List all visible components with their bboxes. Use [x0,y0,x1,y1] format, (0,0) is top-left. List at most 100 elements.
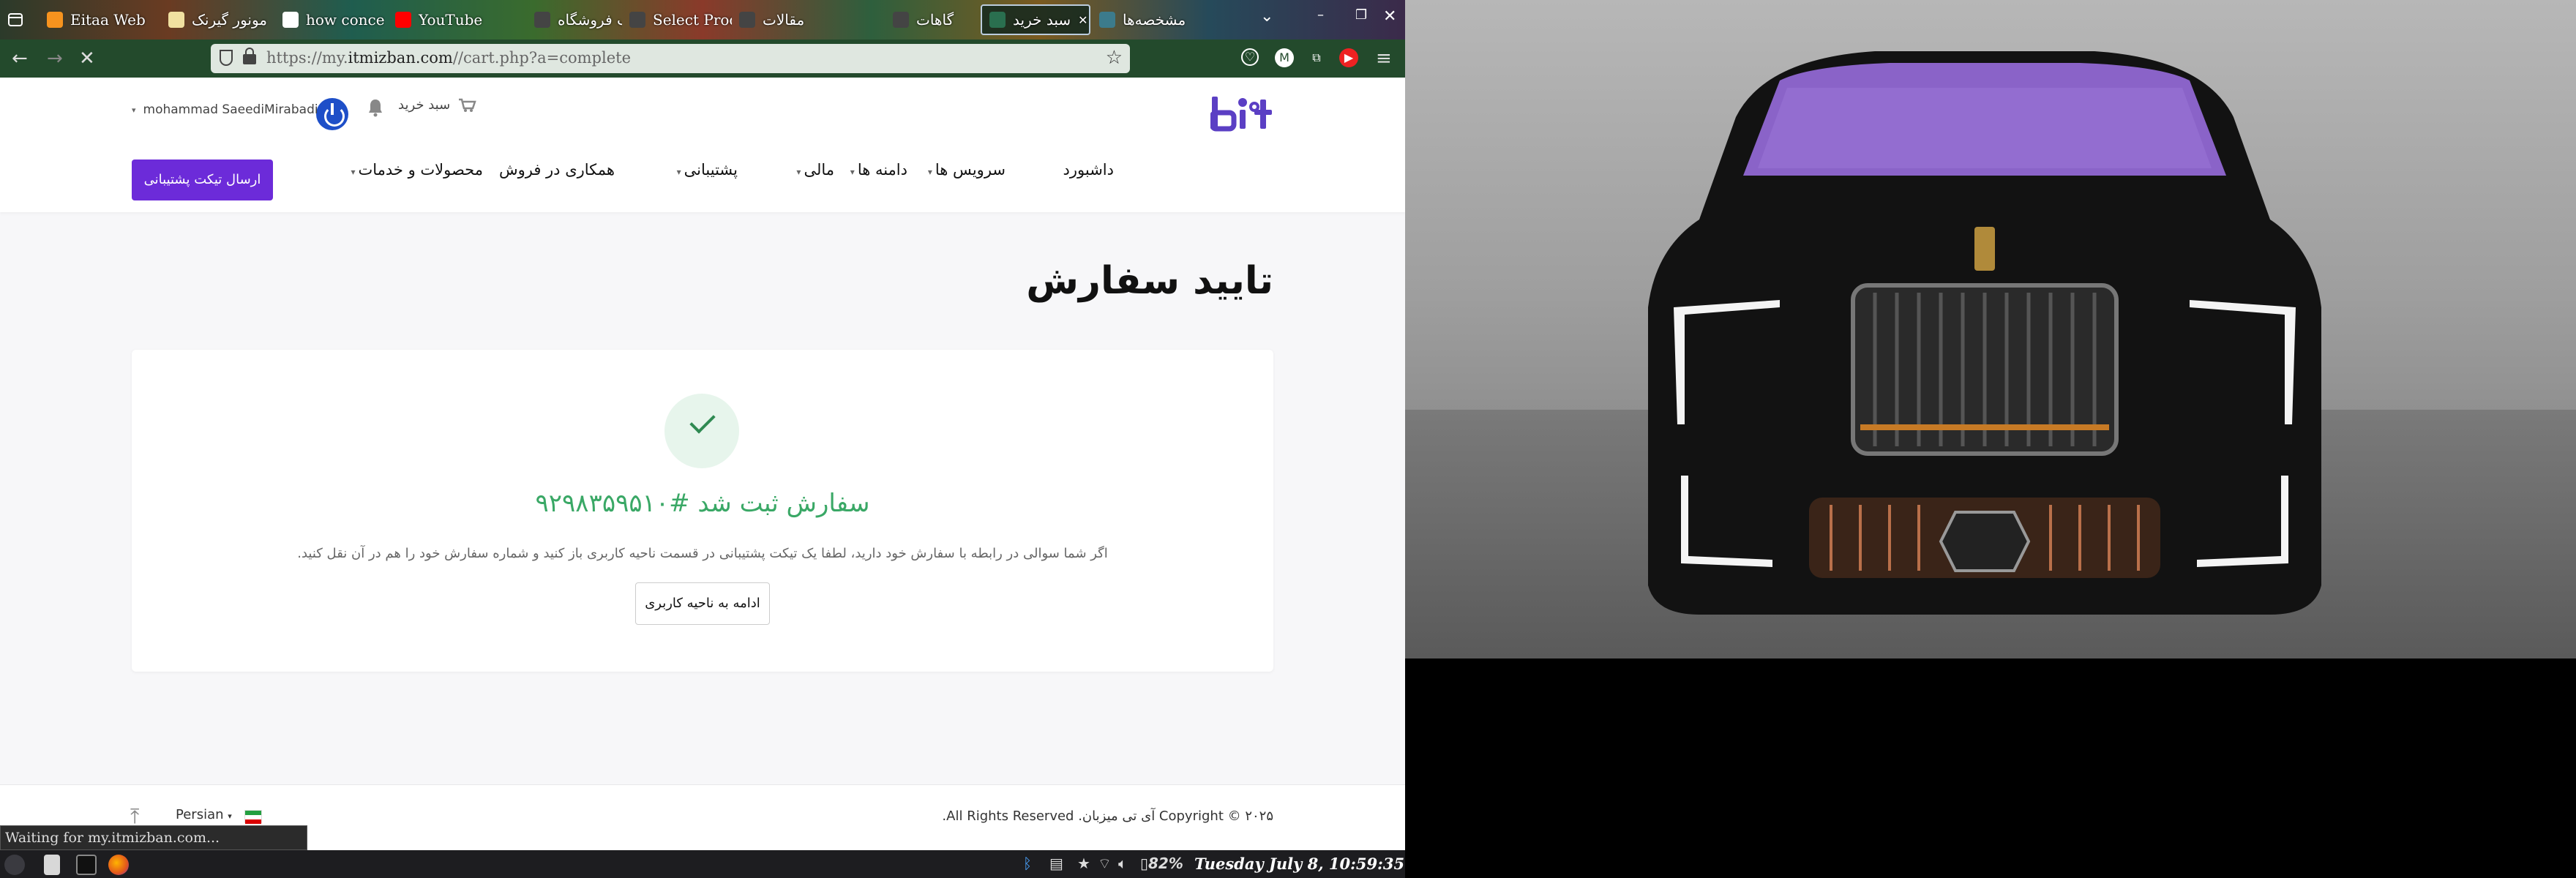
firefox-icon[interactable] [108,855,129,875]
youtube-extension-icon[interactable]: ▶ [1339,48,1358,67]
menu-item[interactable]: ▾ مالی [796,161,834,179]
menu-item[interactable]: ▾ پشتیبانی [677,161,738,179]
minimize-icon[interactable]: – [1317,7,1324,23]
chevron-down-icon: ▾ [796,167,801,177]
tab-favicon-icon [168,12,184,28]
tab-label: مشخصه‌ها [1123,11,1186,29]
chevron-down-icon: ▾ [676,167,681,177]
files-icon[interactable] [44,855,60,875]
cart-icon [459,98,476,112]
extensions-icon[interactable]: ⧉ [1307,48,1326,67]
keyboard-layout-flag-icon[interactable]: ▤ [1049,855,1063,872]
tab-label: سبد خرید [1013,11,1071,29]
bluetooth-icon[interactable]: ᛒ [1023,855,1032,872]
chevron-down-icon: ▾ [927,167,932,177]
user-avatar[interactable] [316,98,348,130]
tab-dropdown-icon[interactable]: ⌄ [1260,7,1273,26]
back-icon[interactable]: ← [12,47,28,70]
itmizban-logo[interactable] [1210,94,1273,133]
browser-tab[interactable]: YouTube [395,0,498,40]
terminal-icon[interactable] [76,855,97,875]
continue-to-client-area-button[interactable]: ادامه به ناحیه کاربری [635,582,770,625]
tab-favicon-icon [629,12,645,28]
tab-favicon-icon [1099,12,1115,28]
menu-item-label: همکاری در فروش [498,161,615,179]
chevron-down-icon: ▾ [228,811,232,821]
browser-tab[interactable]: how conce [282,0,385,40]
web-page: سبد خرید ▾ mohammad SaeediMirabadi داشبو… [0,78,1405,850]
order-complete-card: سفارش ثبت شد #۹۲۹۸۳۵۹۵۱۰ اگر شما سوالی د… [132,350,1273,672]
menu-item[interactable]: ▾ محصولات و خدمات [351,161,483,179]
bell-icon[interactable] [367,98,383,117]
menu-item-label: مالی [804,161,834,179]
wifi-icon[interactable]: ⌔ [1098,855,1112,873]
tab-active[interactable]: سبد خرید ✕ [981,4,1090,35]
taskbar: ᛒ ▤ ★ ⌔ 🔈︎ ▯82% Tuesday July 8, 10:59:35 [0,850,1405,878]
tab-label: YouTube [419,11,483,29]
clock[interactable]: Tuesday July 8, 10:59:35 [1194,855,1404,873]
browser-tab[interactable]: گاهات [893,0,973,40]
tab-label: قالب فروشگاه [558,11,622,29]
battery-percent: 82% [1148,855,1183,872]
forward-icon[interactable]: → [47,47,63,70]
tab-favicon-icon [47,12,63,28]
order-note: اگر شما سوالی در رابطه با سفارش خود داری… [297,546,1108,561]
battery-indicator[interactable]: ▯82% [1140,855,1183,872]
lock-icon[interactable] [243,48,256,64]
account-icon[interactable]: M [1275,48,1294,67]
status-bar: Waiting for my.itmizban.com... [0,825,307,850]
order-success-message: سفارش ثبت شد #۹۲۹۸۳۵۹۵۱۰ [535,489,870,518]
user-menu[interactable]: ▾ mohammad SaeediMirabadi [132,102,318,117]
pocket-icon[interactable]: ♡ [1241,48,1259,66]
volume-icon[interactable]: 🔈︎ [1118,855,1127,872]
restore-icon[interactable]: ❐ [1355,7,1367,23]
tab-close-icon[interactable]: ✕ [1078,13,1087,27]
menu-item[interactable]: داشبورد [1063,161,1114,179]
browser-tab[interactable]: مشخصه‌ها [1099,0,1209,40]
open-ticket-button[interactable]: ارسال تیکت پشتیبانی [132,160,273,200]
browser-tab[interactable]: مقالات [739,0,878,40]
shield-icon[interactable] [220,50,233,66]
tab-favicon-icon [739,12,755,28]
language-label: Persian [176,807,224,822]
tab-favicon-icon [534,12,550,28]
page-title: تایید سفارش [1026,259,1273,303]
screen: Eitaa Web مونور گیرنک how conce YouTube قالب… [0,0,2576,878]
tab-label: مقالات [763,11,805,29]
tab-favicon-icon [893,12,909,28]
cart-label: سبد خرید [398,97,451,113]
iran-flag-icon [244,810,262,824]
menu-item[interactable]: همکاری در فروش [499,161,615,179]
tab-list-icon[interactable] [7,9,25,31]
tab-bar: Eitaa Web مونور گیرنک how conce YouTube قالب… [0,0,1405,40]
tab-label: مونور گیرنک [192,11,268,29]
tab-label: Select Prod [653,11,732,29]
close-icon[interactable]: ✕ [1383,7,1396,26]
chevron-down-icon: ▾ [132,105,136,115]
tab-favicon-icon [395,12,411,28]
menu-item-label: دامنه ها [857,161,907,179]
chevron-down-icon: ▾ [850,167,855,177]
browser-tab[interactable]: مونور گیرنک [168,0,271,40]
menu-item[interactable]: ▾ سرویس ها [928,161,1006,179]
car-image [1648,51,2321,615]
star-icon[interactable]: ★ [1077,855,1090,872]
tab-label: Eitaa Web [70,11,146,29]
menu-item[interactable]: ▾ دامنه ها [850,161,907,179]
address-bar[interactable]: https://my.itmizban.com//cart.php?a=comp… [211,44,1130,73]
site-header: سبد خرید ▾ mohammad SaeediMirabadi داشبو… [0,78,1405,212]
browser-window: Eitaa Web مونور گیرنک how conce YouTube قالب… [0,0,1405,850]
menu-icon[interactable]: ≡ [1376,47,1392,70]
browser-tab[interactable]: Eitaa Web [47,0,157,40]
browser-tab[interactable]: قالب فروشگاه [534,0,622,40]
language-selector[interactable]: Persian ▾ [176,807,232,822]
desktop-wallpaper [1405,0,2576,658]
tab-favicon-icon [989,12,1006,28]
menu-item-label: محصولات و خدمات [358,161,483,179]
browser-tab[interactable]: Select Prod [629,0,732,40]
stop-icon[interactable]: ✕ [79,47,95,70]
cart-link[interactable]: سبد خرید [398,97,476,113]
checkmark-icon [664,394,739,468]
bookmark-star-icon[interactable]: ☆ [1106,47,1123,69]
start-menu-icon[interactable] [4,855,25,875]
